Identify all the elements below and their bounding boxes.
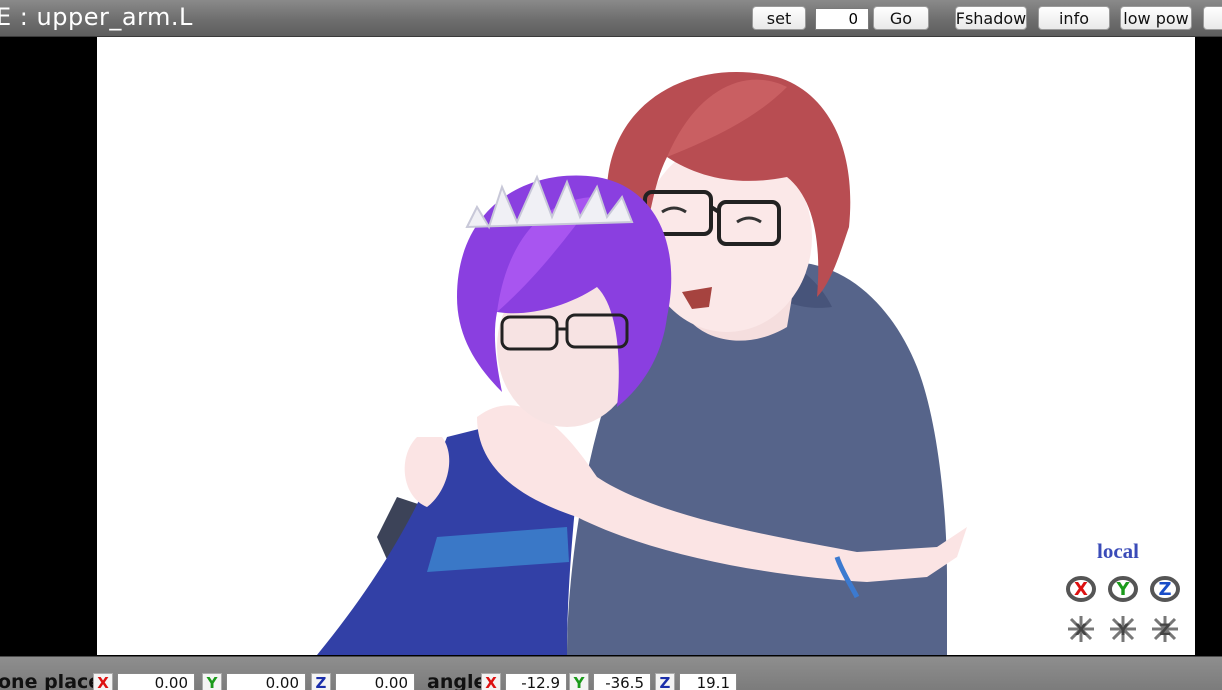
rotate-z-icon[interactable]: Z [1150, 574, 1180, 604]
rotate-y-icon[interactable]: Y [1108, 574, 1138, 604]
top-toolbar: E : upper_arm.L set 0 Go Fshadow info lo… [0, 0, 1222, 37]
place-z-field[interactable]: 0.00 [335, 673, 415, 690]
info-button[interactable]: info [1038, 6, 1110, 30]
svg-text:Z: Z [1158, 579, 1171, 600]
angle-y-field[interactable]: -36.5 [593, 673, 651, 690]
move-z-icon[interactable]: Z [1150, 614, 1180, 644]
angle-x-field[interactable]: -12.9 [505, 673, 567, 690]
svg-text:Y: Y [1115, 579, 1130, 600]
scene-render [317, 71, 967, 655]
svg-text:Y: Y [1116, 620, 1129, 639]
place-y-axis-label: Y [202, 673, 222, 690]
bone-transform-bar: one place X 0.00 Y 0.00 Z 0.00 angle X -… [0, 656, 1222, 690]
fshadow-button[interactable]: Fshadow [955, 6, 1027, 30]
place-x-field[interactable]: 0.00 [117, 673, 195, 690]
local-mode-label: local [1097, 539, 1139, 563]
overflow-button[interactable] [1203, 6, 1222, 30]
rotate-x-icon[interactable]: X [1066, 574, 1096, 604]
move-x-icon[interactable]: X [1066, 614, 1096, 644]
go-button[interactable]: Go [873, 6, 929, 30]
svg-text:Z: Z [1159, 620, 1171, 639]
svg-text:X: X [1075, 620, 1088, 639]
mmd-editor-window: E : upper_arm.L set 0 Go Fshadow info lo… [0, 0, 1222, 690]
angle-y-axis-label: Y [569, 673, 589, 690]
svg-text:X: X [1074, 579, 1088, 600]
set-button[interactable]: set [752, 6, 806, 30]
bone-place-label: one place [0, 671, 102, 690]
angle-z-field[interactable]: 19.1 [679, 673, 737, 690]
move-y-icon[interactable]: Y [1108, 614, 1138, 644]
angle-z-axis-label: Z [655, 673, 675, 690]
frame-input[interactable]: 0 [815, 8, 869, 30]
selected-bone-title: E : upper_arm.L [0, 3, 193, 31]
place-z-axis-label: Z [311, 673, 331, 690]
angle-x-axis-label: X [481, 673, 501, 690]
low-pow-button[interactable]: low pow [1120, 6, 1192, 30]
place-y-field[interactable]: 0.00 [226, 673, 306, 690]
angle-label: angle [427, 671, 487, 690]
place-x-axis-label: X [93, 673, 113, 690]
3d-viewport[interactable]: local X Y Z X Y Z [97, 37, 1195, 655]
